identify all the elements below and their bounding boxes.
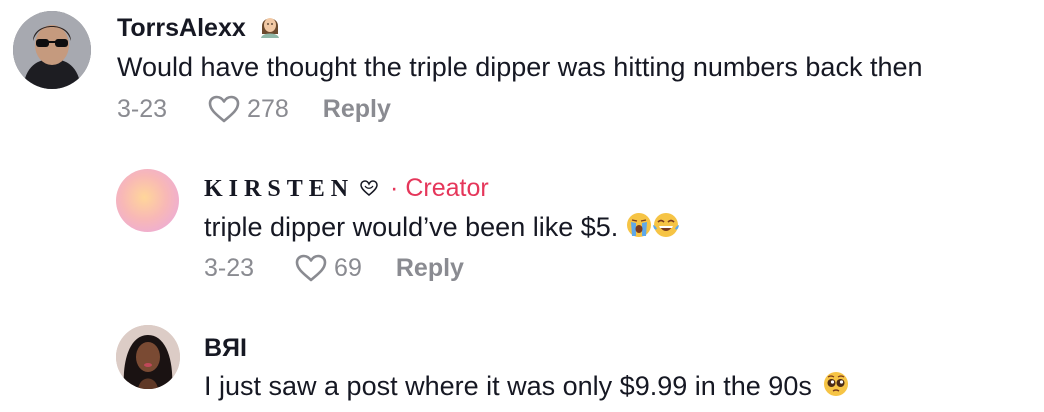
comment-text-body: I just saw a post where it was only $9.9… [204, 371, 812, 401]
loudly-crying-face-emoji-icon [626, 212, 652, 245]
comment-text: Would have thought the triple dipper was… [117, 52, 923, 82]
avatar[interactable] [116, 325, 180, 389]
avatar[interactable] [13, 11, 91, 89]
tears-of-joy-emoji-icon [652, 212, 680, 245]
comment-date: 3-23 [204, 253, 255, 282]
heart-icon [295, 254, 327, 282]
like-count: 69 [334, 253, 362, 282]
reply-button[interactable]: Reply [396, 254, 464, 283]
avatar-photo-icon [13, 11, 91, 89]
like-button[interactable]: 278 [207, 94, 289, 124]
avatar[interactable] [116, 169, 179, 232]
comment-text: triple dipper would’ve been like $5. [204, 212, 680, 245]
reply-item: KIRSTEN · Creator triple dipper would’ve… [0, 150, 1044, 300]
username-text: TorrsAlexx [117, 14, 246, 43]
like-count: 278 [247, 94, 289, 123]
reply-button[interactable]: Reply [323, 95, 391, 124]
woman-emoji-icon [259, 14, 281, 45]
like-button[interactable]: 69 [294, 253, 362, 283]
username[interactable]: TorrsAlexx [117, 14, 281, 45]
creator-badge: · Creator [390, 174, 489, 202]
reply-item: BЯI I just saw a post where it was only … [0, 310, 1044, 412]
comment-meta: 3-23 69 Reply [204, 253, 464, 283]
comment-item: TorrsAlexx Would have thought the triple… [0, 0, 1044, 140]
comment-meta: 3-23 278 Reply [117, 94, 391, 124]
heart-icon [208, 95, 240, 123]
comment-text-body: triple dipper would’ve been like $5. [204, 212, 619, 242]
comment-text: I just saw a post where it was only $9.9… [204, 371, 849, 404]
username[interactable]: KIRSTEN · Creator [204, 174, 489, 203]
pleading-face-emoji-icon [823, 371, 849, 404]
comment-date: 3-23 [117, 94, 168, 123]
username-text: KIRSTEN [204, 176, 355, 202]
username[interactable]: BЯI [204, 334, 247, 363]
avatar-photo-icon [116, 325, 180, 389]
heart-outline-icon [352, 176, 386, 202]
